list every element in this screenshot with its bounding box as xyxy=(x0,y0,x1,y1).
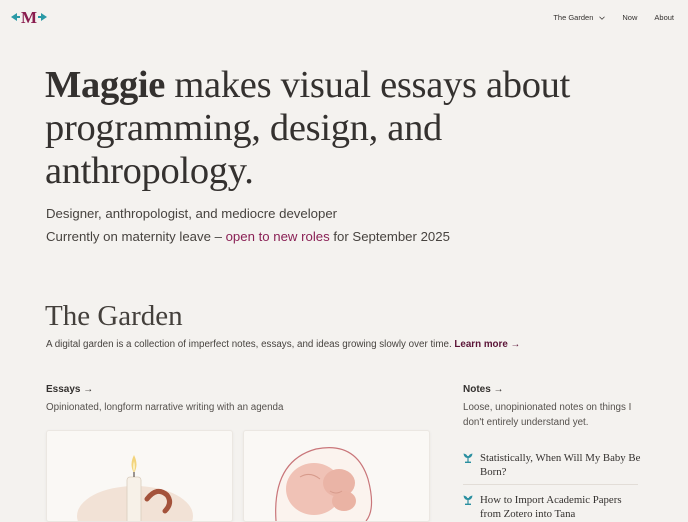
note-title-line: Statistically, When Will My Baby Be xyxy=(480,452,641,464)
sprout-icon xyxy=(463,495,473,505)
note-title-line: How to Import Academic Papers xyxy=(480,494,622,506)
hero-status: Currently on maternity leave – open to n… xyxy=(46,229,450,244)
essays-description: Opinionated, longform narrative writing … xyxy=(46,402,284,413)
nav-about[interactable]: About xyxy=(654,13,674,22)
note-item[interactable]: Statistically, When Will My Baby Be Born… xyxy=(463,451,643,479)
baby-illustration xyxy=(275,447,373,521)
learn-more-link[interactable]: Learn more → xyxy=(454,339,520,350)
chevron-down-icon xyxy=(599,16,606,20)
hero-headline: Maggie makes visual essays about program… xyxy=(45,64,605,193)
nav-the-garden[interactable]: The Garden xyxy=(553,13,606,22)
nav-the-garden-label: The Garden xyxy=(553,13,594,22)
logo-icon[interactable]: M xyxy=(10,8,48,26)
essays-heading-link[interactable]: Essays → xyxy=(46,384,93,395)
nav-now[interactable]: Now xyxy=(622,13,637,22)
status-prefix: Currently on maternity leave – xyxy=(46,229,226,244)
hero-tagline: Designer, anthropologist, and mediocre d… xyxy=(46,206,338,221)
notes-description-line: don't entirely understand yet. xyxy=(463,417,589,428)
garden-description-text: A digital garden is a collection of impe… xyxy=(46,339,455,350)
logo-letter: M xyxy=(21,8,37,26)
status-suffix: for September 2025 xyxy=(329,229,450,244)
essay-card-baby[interactable] xyxy=(243,430,430,522)
hero-name: Maggie xyxy=(45,64,166,106)
notes-description: Loose, unopinionated notes on things I d… xyxy=(463,400,653,430)
essay-card-candle[interactable] xyxy=(46,430,233,522)
note-divider xyxy=(463,484,638,485)
garden-title: The Garden xyxy=(45,300,183,332)
open-to-new-roles-link[interactable]: open to new roles xyxy=(226,229,330,244)
notes-description-line: Loose, unopinionated notes on things I xyxy=(463,402,632,413)
note-title-line: Born? xyxy=(480,466,507,478)
note-item[interactable]: How to Import Academic Papers from Zoter… xyxy=(463,493,643,521)
notes-heading-link[interactable]: Notes → xyxy=(463,384,504,395)
sprout-icon xyxy=(463,453,473,463)
top-nav: The Garden Now About xyxy=(536,13,674,22)
garden-description: A digital garden is a collection of impe… xyxy=(46,339,520,350)
candle-illustration xyxy=(77,455,193,521)
note-title-line: from Zotero into Tana xyxy=(480,508,576,520)
